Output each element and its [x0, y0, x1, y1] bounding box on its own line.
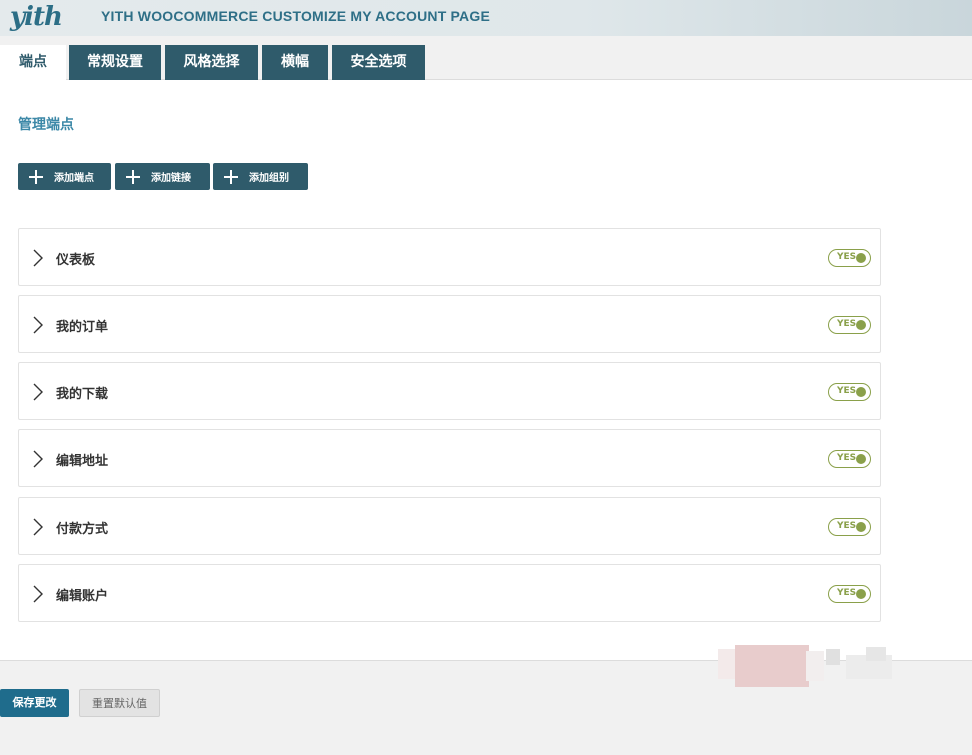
- enable-toggle[interactable]: YES: [828, 450, 871, 468]
- toggle-text: YES: [837, 588, 857, 598]
- tab-general-settings[interactable]: 常规设置: [69, 45, 161, 80]
- add-link-label: 添加链接: [151, 173, 191, 184]
- add-endpoint-button[interactable]: 添加端点: [18, 163, 111, 190]
- enable-toggle[interactable]: YES: [828, 383, 871, 401]
- toggle-knob: [856, 454, 866, 464]
- main-panel: 管理端点 添加端点 添加链接 添加组别 仪表板 YES 我的订单 YES 我的下…: [0, 80, 972, 660]
- endpoint-row-downloads[interactable]: 我的下载 YES: [18, 362, 881, 420]
- endpoint-row-orders[interactable]: 我的订单 YES: [18, 295, 881, 353]
- endpoint-label: 仪表板: [56, 253, 96, 268]
- endpoint-label: 付款方式: [56, 522, 109, 537]
- plus-icon: [126, 169, 140, 184]
- blurred-watermark: [718, 643, 908, 693]
- tab-security[interactable]: 安全选项: [332, 45, 425, 80]
- toggle-text: YES: [837, 453, 857, 463]
- save-changes-button[interactable]: 保存更改: [0, 689, 69, 717]
- endpoint-label: 我的订单: [56, 320, 109, 335]
- add-group-button[interactable]: 添加组别: [213, 163, 308, 190]
- enable-toggle[interactable]: YES: [828, 316, 871, 334]
- reset-defaults-button[interactable]: 重置默认值: [79, 689, 160, 717]
- plus-icon: [29, 169, 43, 184]
- add-endpoint-label: 添加端点: [54, 173, 94, 184]
- endpoint-label: 我的下载: [56, 387, 109, 402]
- toggle-knob: [856, 320, 866, 330]
- chevron-right-icon[interactable]: [31, 450, 45, 468]
- chevron-right-icon[interactable]: [31, 585, 45, 603]
- endpoint-row-dashboard[interactable]: 仪表板 YES: [18, 228, 881, 286]
- toggle-text: YES: [837, 521, 857, 531]
- enable-toggle[interactable]: YES: [828, 585, 871, 603]
- tab-endpoints[interactable]: 端点: [0, 45, 66, 81]
- app-header: yith YITH WOOCOMMERCE CUSTOMIZE MY ACCOU…: [0, 0, 972, 36]
- toggle-text: YES: [837, 252, 857, 262]
- section-title: 管理端点: [18, 117, 74, 133]
- chevron-right-icon[interactable]: [31, 316, 45, 334]
- tab-style[interactable]: 风格选择: [165, 45, 258, 80]
- app-title: YITH WOOCOMMERCE CUSTOMIZE MY ACCOUNT PA…: [101, 8, 490, 24]
- endpoint-row-payment-methods[interactable]: 付款方式 YES: [18, 497, 881, 555]
- chevron-right-icon[interactable]: [31, 383, 45, 401]
- tab-banner[interactable]: 横幅: [262, 45, 328, 80]
- toggle-text: YES: [837, 319, 857, 329]
- toggle-knob: [856, 522, 866, 532]
- toggle-knob: [856, 589, 866, 599]
- yith-logo: yith: [10, 2, 63, 32]
- endpoint-label: 编辑地址: [56, 454, 109, 469]
- endpoint-row-edit-address[interactable]: 编辑地址 YES: [18, 429, 881, 487]
- endpoint-row-edit-account[interactable]: 编辑账户 YES: [18, 564, 881, 622]
- plus-icon: [224, 169, 238, 184]
- toggle-text: YES: [837, 386, 857, 396]
- chevron-right-icon[interactable]: [31, 518, 45, 536]
- enable-toggle[interactable]: YES: [828, 249, 871, 267]
- add-link-button[interactable]: 添加链接: [115, 163, 210, 190]
- add-group-label: 添加组别: [249, 173, 289, 184]
- enable-toggle[interactable]: YES: [828, 518, 871, 536]
- endpoint-label: 编辑账户: [56, 589, 109, 604]
- tab-bar: 端点 常规设置 风格选择 横幅 安全选项: [0, 36, 972, 81]
- toggle-knob: [856, 253, 866, 263]
- toggle-knob: [856, 387, 866, 397]
- chevron-right-icon[interactable]: [31, 249, 45, 267]
